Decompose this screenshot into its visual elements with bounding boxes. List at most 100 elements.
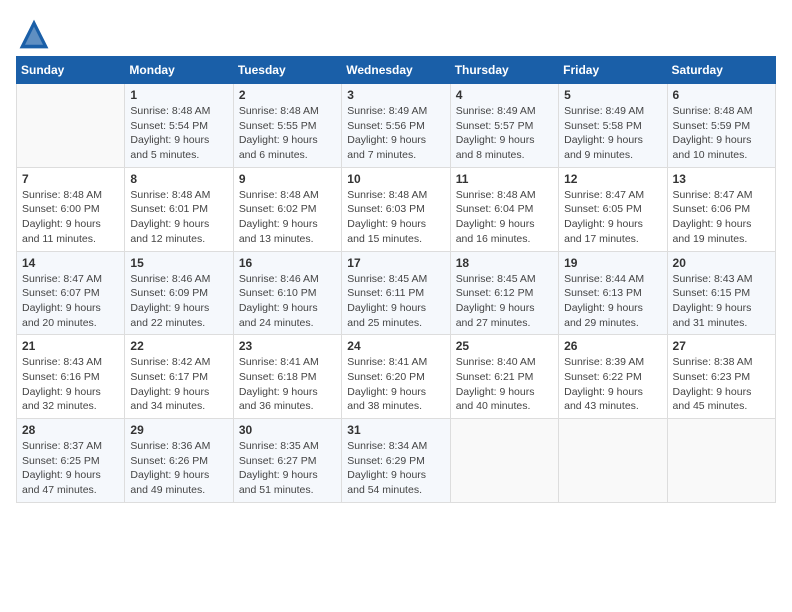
day-number: 22 (130, 339, 227, 353)
calendar-cell: 30 Sunrise: 8:35 AM Sunset: 6:27 PM Dayli… (233, 419, 341, 503)
calendar-cell: 25 Sunrise: 8:40 AM Sunset: 6:21 PM Dayli… (450, 335, 558, 419)
calendar-cell: 27 Sunrise: 8:38 AM Sunset: 6:23 PM Dayli… (667, 335, 775, 419)
calendar-cell: 17 Sunrise: 8:45 AM Sunset: 6:11 PM Dayli… (342, 251, 450, 335)
day-number: 14 (22, 256, 119, 270)
day-number: 2 (239, 88, 336, 102)
calendar-cell: 24Sunrise: 8:41 AM Sunset: 6:20 PM Dayli… (342, 335, 450, 419)
day-info: Sunrise: 8:48 AM Sunset: 6:00 PM Dayligh… (22, 188, 119, 247)
day-info: Sunrise: 8:37 AM Sunset: 6:25 PM Dayligh… (22, 439, 119, 498)
header-day-friday: Friday (559, 57, 667, 84)
header-day-saturday: Saturday (667, 57, 775, 84)
day-number: 6 (673, 88, 770, 102)
day-info: Sunrise: 8:44 AM Sunset: 6:13 PM Dayligh… (564, 272, 661, 331)
day-info: Sunrise: 8:48 AM Sunset: 6:03 PM Dayligh… (347, 188, 444, 247)
calendar-cell: 20 Sunrise: 8:43 AM Sunset: 6:15 PM Dayli… (667, 251, 775, 335)
header-day-wednesday: Wednesday (342, 57, 450, 84)
day-number: 4 (456, 88, 553, 102)
day-info: Sunrise: 8:41 AM Sunset: 6:18 PM Dayligh… (239, 355, 336, 414)
day-info: Sunrise: 8:48 AM Sunset: 6:02 PM Dayligh… (239, 188, 336, 247)
day-number: 3 (347, 88, 444, 102)
day-info: Sunrise: 8:47 AM Sunset: 6:05 PM Dayligh… (564, 188, 661, 247)
calendar-week-5: 28 Sunrise: 8:37 AM Sunset: 6:25 PM Dayli… (17, 419, 776, 503)
calendar-week-1: 1 Sunrise: 8:48 AM Sunset: 5:54 PM Daylig… (17, 84, 776, 168)
calendar-cell (450, 419, 558, 503)
calendar-cell (559, 419, 667, 503)
calendar-cell: 7Sunrise: 8:48 AM Sunset: 6:00 PM Daylig… (17, 167, 125, 251)
day-info: Sunrise: 8:36 AM Sunset: 6:26 PM Dayligh… (130, 439, 227, 498)
day-info: Sunrise: 8:39 AM Sunset: 6:22 PM Dayligh… (564, 355, 661, 414)
day-info: Sunrise: 8:49 AM Sunset: 5:58 PM Dayligh… (564, 104, 661, 163)
calendar-table: SundayMondayTuesdayWednesdayThursdayFrid… (16, 56, 776, 503)
day-number: 30 (239, 423, 336, 437)
day-info: Sunrise: 8:40 AM Sunset: 6:21 PM Dayligh… (456, 355, 553, 414)
day-number: 1 (130, 88, 227, 102)
day-number: 5 (564, 88, 661, 102)
day-info: Sunrise: 8:46 AM Sunset: 6:10 PM Dayligh… (239, 272, 336, 331)
day-info: Sunrise: 8:49 AM Sunset: 5:57 PM Dayligh… (456, 104, 553, 163)
logo-icon (16, 16, 52, 52)
header (16, 16, 776, 52)
calendar-cell: 9 Sunrise: 8:48 AM Sunset: 6:02 PM Daylig… (233, 167, 341, 251)
calendar-cell: 10Sunrise: 8:48 AM Sunset: 6:03 PM Dayli… (342, 167, 450, 251)
day-info: Sunrise: 8:43 AM Sunset: 6:15 PM Dayligh… (673, 272, 770, 331)
day-info: Sunrise: 8:49 AM Sunset: 5:56 PM Dayligh… (347, 104, 444, 163)
calendar-cell: 1 Sunrise: 8:48 AM Sunset: 5:54 PM Daylig… (125, 84, 233, 168)
day-number: 8 (130, 172, 227, 186)
calendar-week-3: 14 Sunrise: 8:47 AM Sunset: 6:07 PM Dayli… (17, 251, 776, 335)
day-number: 25 (456, 339, 553, 353)
calendar-header-row: SundayMondayTuesdayWednesdayThursdayFrid… (17, 57, 776, 84)
calendar-cell (17, 84, 125, 168)
day-info: Sunrise: 8:48 AM Sunset: 5:54 PM Dayligh… (130, 104, 227, 163)
day-number: 24 (347, 339, 444, 353)
day-number: 9 (239, 172, 336, 186)
header-day-sunday: Sunday (17, 57, 125, 84)
day-info: Sunrise: 8:47 AM Sunset: 6:07 PM Dayligh… (22, 272, 119, 331)
day-number: 26 (564, 339, 661, 353)
day-number: 11 (456, 172, 553, 186)
logo (16, 16, 56, 52)
calendar-cell: 29 Sunrise: 8:36 AM Sunset: 6:26 PM Dayli… (125, 419, 233, 503)
calendar-cell: 31 Sunrise: 8:34 AM Sunset: 6:29 PM Dayli… (342, 419, 450, 503)
calendar-cell: 8Sunrise: 8:48 AM Sunset: 6:01 PM Daylig… (125, 167, 233, 251)
day-info: Sunrise: 8:48 AM Sunset: 5:55 PM Dayligh… (239, 104, 336, 163)
day-number: 23 (239, 339, 336, 353)
day-info: Sunrise: 8:45 AM Sunset: 6:12 PM Dayligh… (456, 272, 553, 331)
day-info: Sunrise: 8:48 AM Sunset: 5:59 PM Dayligh… (673, 104, 770, 163)
day-info: Sunrise: 8:42 AM Sunset: 6:17 PM Dayligh… (130, 355, 227, 414)
calendar-cell: 6 Sunrise: 8:48 AM Sunset: 5:59 PM Daylig… (667, 84, 775, 168)
day-number: 12 (564, 172, 661, 186)
calendar-cell: 12 Sunrise: 8:47 AM Sunset: 6:05 PM Dayli… (559, 167, 667, 251)
day-number: 13 (673, 172, 770, 186)
day-info: Sunrise: 8:35 AM Sunset: 6:27 PM Dayligh… (239, 439, 336, 498)
calendar-cell: 19 Sunrise: 8:44 AM Sunset: 6:13 PM Dayli… (559, 251, 667, 335)
calendar-week-2: 7Sunrise: 8:48 AM Sunset: 6:00 PM Daylig… (17, 167, 776, 251)
header-day-monday: Monday (125, 57, 233, 84)
day-number: 20 (673, 256, 770, 270)
day-info: Sunrise: 8:48 AM Sunset: 6:04 PM Dayligh… (456, 188, 553, 247)
day-number: 29 (130, 423, 227, 437)
day-number: 31 (347, 423, 444, 437)
day-number: 28 (22, 423, 119, 437)
day-number: 16 (239, 256, 336, 270)
calendar-cell: 16 Sunrise: 8:46 AM Sunset: 6:10 PM Dayli… (233, 251, 341, 335)
day-info: Sunrise: 8:47 AM Sunset: 6:06 PM Dayligh… (673, 188, 770, 247)
day-number: 18 (456, 256, 553, 270)
day-info: Sunrise: 8:34 AM Sunset: 6:29 PM Dayligh… (347, 439, 444, 498)
day-number: 21 (22, 339, 119, 353)
calendar-cell: 5 Sunrise: 8:49 AM Sunset: 5:58 PM Daylig… (559, 84, 667, 168)
day-info: Sunrise: 8:38 AM Sunset: 6:23 PM Dayligh… (673, 355, 770, 414)
day-info: Sunrise: 8:45 AM Sunset: 6:11 PM Dayligh… (347, 272, 444, 331)
calendar-cell: 26 Sunrise: 8:39 AM Sunset: 6:22 PM Dayli… (559, 335, 667, 419)
calendar-week-4: 21Sunrise: 8:43 AM Sunset: 6:16 PM Dayli… (17, 335, 776, 419)
calendar-cell: 11 Sunrise: 8:48 AM Sunset: 6:04 PM Dayli… (450, 167, 558, 251)
day-number: 19 (564, 256, 661, 270)
calendar-cell: 23 Sunrise: 8:41 AM Sunset: 6:18 PM Dayli… (233, 335, 341, 419)
calendar-cell: 13 Sunrise: 8:47 AM Sunset: 6:06 PM Dayli… (667, 167, 775, 251)
day-number: 27 (673, 339, 770, 353)
calendar-cell: 2 Sunrise: 8:48 AM Sunset: 5:55 PM Daylig… (233, 84, 341, 168)
calendar-cell: 21Sunrise: 8:43 AM Sunset: 6:16 PM Dayli… (17, 335, 125, 419)
header-day-thursday: Thursday (450, 57, 558, 84)
day-number: 17 (347, 256, 444, 270)
calendar-cell: 15Sunrise: 8:46 AM Sunset: 6:09 PM Dayli… (125, 251, 233, 335)
header-day-tuesday: Tuesday (233, 57, 341, 84)
